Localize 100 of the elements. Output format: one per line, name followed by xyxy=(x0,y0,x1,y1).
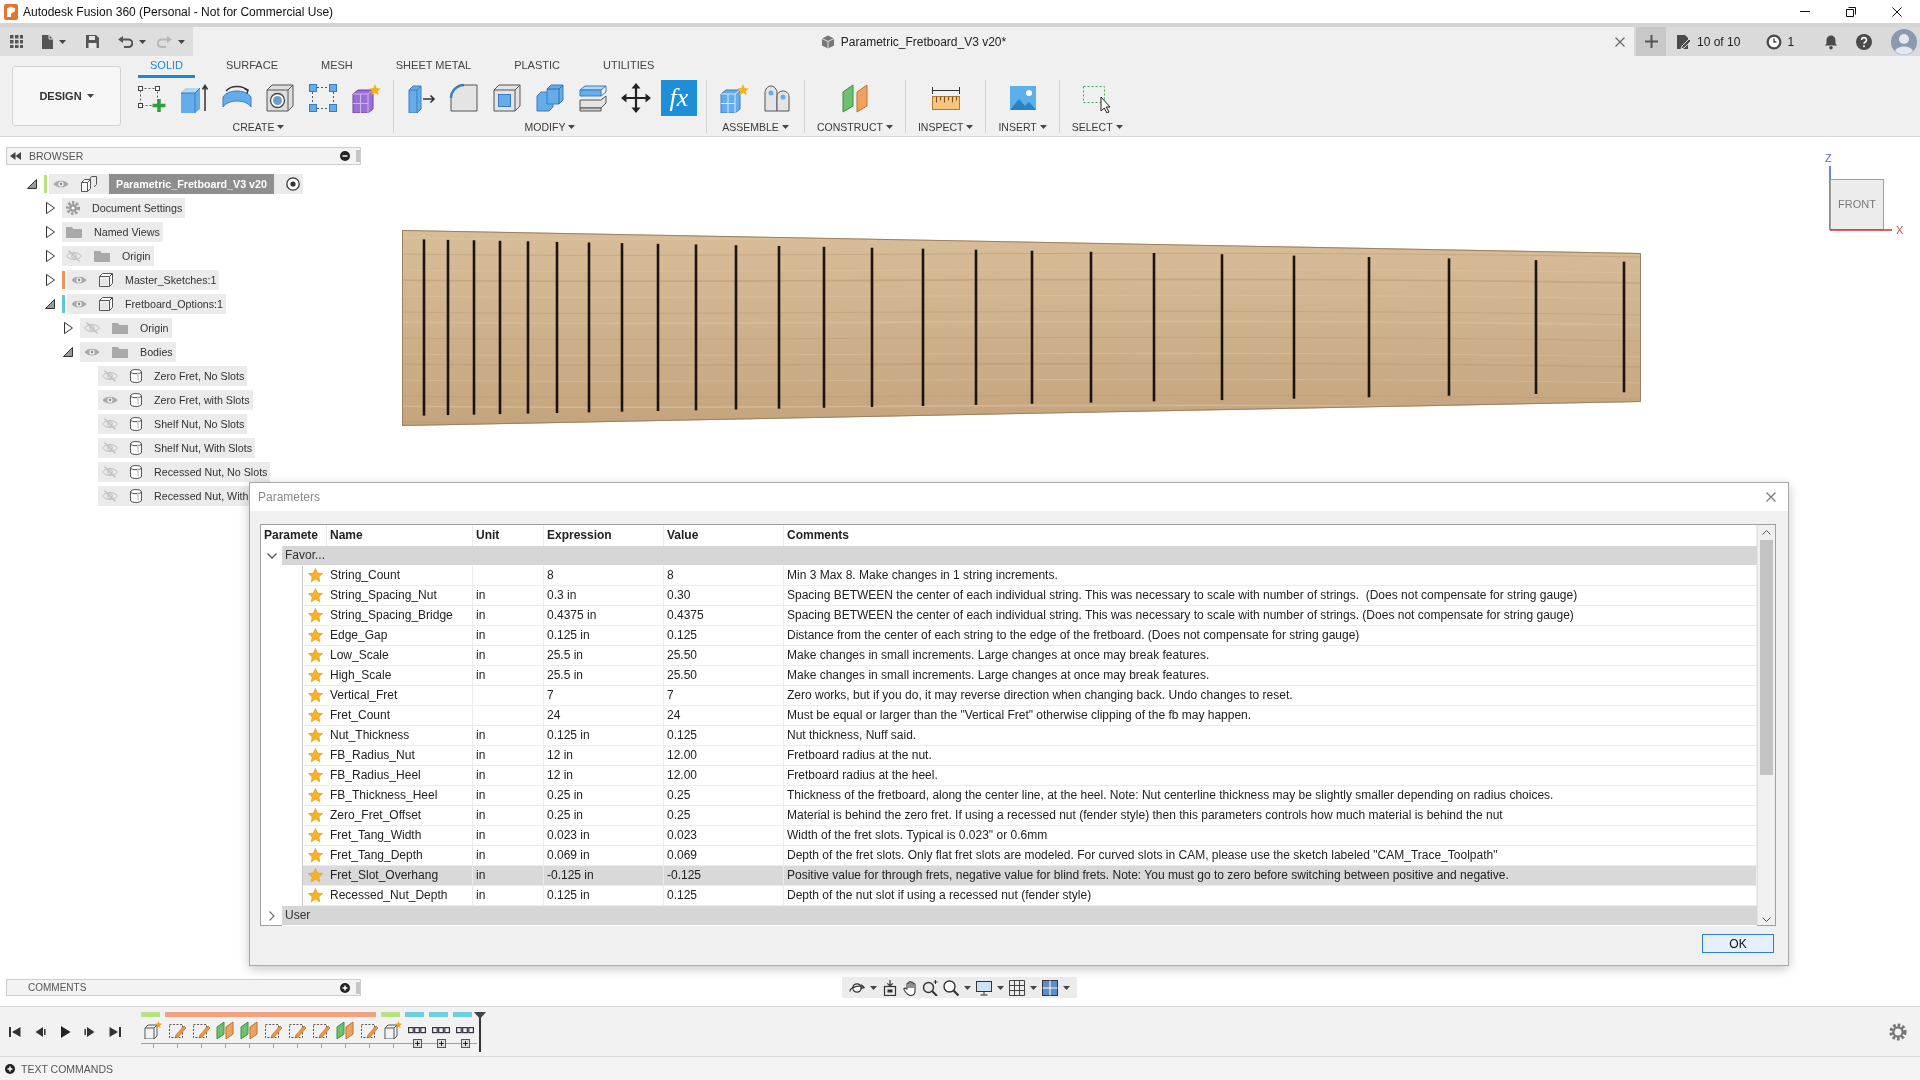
box-star-icon[interactable] xyxy=(384,1021,402,1039)
parameter-row[interactable]: FB_Thickness_Heel in 0.25 in 0.25 Thickness of the fretboard, along the center line, at the heel. Note: Nut centerline thickness may be slightly smaller depending on radius choices. xyxy=(302,786,1757,806)
tree-item[interactable]: Shelf Nut, No Slots xyxy=(98,414,248,434)
plus-box-icon[interactable] xyxy=(412,1039,422,1048)
toolbar-group-menu[interactable]: INSPECT xyxy=(917,121,974,133)
collapsed-triangle-icon[interactable] xyxy=(63,322,73,334)
zoom-icon[interactable] xyxy=(922,979,938,996)
parameter-row[interactable]: Fret_Slot_Overhang in -0.125 in -0.125 Positive value for through frets, negative value for blind frets. Note: You must go to zero before switching between positive and negative. xyxy=(302,866,1757,886)
apps-grid-icon[interactable] xyxy=(10,35,23,48)
parameter-row[interactable]: Fret_Count 24 24 Must be equal or larger than the "Vertical Fret" otherwise clipping of the fb may happen. xyxy=(302,706,1757,726)
cube-star-icon[interactable] xyxy=(719,83,749,113)
parameter-row[interactable]: Edge_Gap in 0.125 in 0.125 Distance from the center of each string to the edge of the fretboard. (Does not compensate for string gauge) xyxy=(302,626,1757,646)
caret-icon[interactable] xyxy=(781,125,789,129)
toolbar-tab[interactable]: MESH xyxy=(309,56,365,78)
play-icon[interactable] xyxy=(59,1025,71,1038)
chevron-down-icon[interactable] xyxy=(266,553,277,559)
tree-item[interactable]: Named Views xyxy=(62,222,163,242)
tree-item[interactable]: Fretboard_Options:1 xyxy=(67,294,227,314)
star-icon[interactable] xyxy=(307,648,323,663)
parameter-row[interactable]: FB_Radius_Heel in 12 in 12.00 Fretboard radius at the heel. xyxy=(302,766,1757,786)
eye-icon[interactable] xyxy=(53,179,69,189)
star-icon[interactable] xyxy=(307,668,323,683)
caret-icon[interactable] xyxy=(86,94,94,98)
star-icon[interactable] xyxy=(307,688,323,703)
settings-icon[interactable] xyxy=(1889,1022,1907,1041)
column-header[interactable]: Expression xyxy=(547,528,612,542)
picture-icon[interactable] xyxy=(1007,83,1038,113)
playhead-marker[interactable] xyxy=(474,1012,486,1052)
star-icon[interactable] xyxy=(307,828,323,843)
plus-box-icon[interactable] xyxy=(436,1039,446,1048)
parameter-row[interactable]: High_Scale in 25.5 in 25.50 Make changes in small increments. Large changes at once may break features. xyxy=(302,666,1757,686)
planes-icon[interactable] xyxy=(336,1021,354,1039)
caret-icon[interactable] xyxy=(178,39,185,44)
tree-item[interactable]: Origin xyxy=(62,246,154,266)
expanded-triangle-icon[interactable] xyxy=(27,179,37,189)
close-icon[interactable] xyxy=(1892,6,1902,17)
collapsed-triangle-icon[interactable] xyxy=(45,202,55,214)
grip-icon[interactable] xyxy=(356,981,360,994)
tree-item[interactable]: Origin xyxy=(80,318,172,338)
toolbar-group-menu[interactable]: CONSTRUCT xyxy=(817,121,893,133)
toolbar-group-menu[interactable]: INSERT xyxy=(998,121,1047,133)
star-icon[interactable] xyxy=(307,868,323,883)
parameter-row[interactable]: Vertical_Fret 7 7 Zero works, but if you do, it may reverse direction when changing back. Undo changes to reset. xyxy=(302,686,1757,706)
tree-item[interactable]: Document Settings xyxy=(62,198,186,218)
scroll-up-icon[interactable] xyxy=(1762,530,1771,535)
caret-icon[interactable] xyxy=(1063,985,1070,990)
planes-icon[interactable] xyxy=(240,1021,258,1039)
hand-icon[interactable] xyxy=(903,979,917,996)
magnifier-icon[interactable] xyxy=(943,979,959,996)
parameter-row[interactable]: String_Spacing_Nut in 0.3 in 0.30 Spacing BETWEEN the center of each individual string. This was necessary to scale with number of strings. (Does not compensate for string gauge) xyxy=(302,586,1757,606)
toolbar-group-menu[interactable]: CREATE xyxy=(232,121,285,133)
sketch-pencil-icon[interactable] xyxy=(168,1021,186,1039)
caret-icon[interactable] xyxy=(277,125,285,129)
document-tab[interactable]: Parametric_Fretboard_V3 v20* xyxy=(193,27,1634,56)
caret-icon[interactable] xyxy=(997,985,1004,990)
caret-icon[interactable] xyxy=(59,39,66,44)
hinge-icon[interactable] xyxy=(762,83,792,113)
parameter-group-row[interactable]: User xyxy=(282,906,1757,926)
column-header[interactable]: Name xyxy=(330,528,363,542)
star-icon[interactable] xyxy=(307,708,323,723)
box-arrow-up-icon[interactable] xyxy=(179,83,209,113)
caret-icon[interactable] xyxy=(139,39,146,44)
toolbar-tab[interactable]: SHEET METAL xyxy=(383,56,484,78)
toolbar-tab[interactable]: UTILITIES xyxy=(591,56,667,78)
caret-icon[interactable] xyxy=(870,985,877,990)
sketch-pencil-icon[interactable] xyxy=(264,1021,282,1039)
sketch-pencil-icon[interactable] xyxy=(312,1021,330,1039)
tree-item[interactable]: Zero Fret, with Slots xyxy=(98,390,253,410)
square-pattern-icon[interactable] xyxy=(308,83,338,113)
step-back-icon[interactable] xyxy=(34,1025,46,1038)
hollow-box-icon[interactable] xyxy=(492,83,522,113)
eye-icon[interactable] xyxy=(71,299,87,309)
tree-item[interactable]: Bodies xyxy=(80,342,176,362)
overlapping-boxes-icon[interactable] xyxy=(535,83,565,113)
star-icon[interactable] xyxy=(307,628,323,643)
parameter-row[interactable]: FB_Radius_Nut in 12 in 12.00 Fretboard radius at the nut. xyxy=(302,746,1757,766)
plus-circle-icon[interactable] xyxy=(5,1063,15,1074)
tree-item[interactable]: Recessed Nut, No Slots xyxy=(98,462,271,482)
caret-icon[interactable] xyxy=(568,125,576,129)
target-icon[interactable] xyxy=(285,177,300,191)
collapsed-triangle-icon[interactable] xyxy=(45,250,55,262)
box-star-icon[interactable] xyxy=(144,1021,162,1039)
file-icon[interactable] xyxy=(42,34,53,49)
parameter-row[interactable]: String_Spacing_Bridge in 0.4375 in 0.4375 Spacing BETWEEN the center of each individual string. This was necessary to scale with number of strings. (Does not compensate for string gauge) xyxy=(302,606,1757,626)
tree-item[interactable]: Shelf Nut, With Slots xyxy=(98,438,255,458)
parameter-row[interactable]: Low_Scale in 25.5 in 25.50 Make changes in small increments. Large changes at once may break features. xyxy=(302,646,1757,666)
four-way-arrow-icon[interactable] xyxy=(621,83,651,113)
toolbar-group-menu[interactable]: MODIFY xyxy=(524,121,576,133)
toolbar-tab[interactable]: PLASTIC xyxy=(502,56,572,78)
column-header[interactable]: Comments xyxy=(787,528,849,542)
caret-icon[interactable] xyxy=(1030,985,1037,990)
parameter-row[interactable]: Fret_Tang_Width in 0.023 in 0.023 Width of the fret slots. Typical is 0.023" or 0.6mm xyxy=(302,826,1757,846)
sketch-pencil-icon[interactable] xyxy=(192,1021,210,1039)
double-left-arrow-icon[interactable] xyxy=(10,152,21,160)
rounded-block-icon[interactable] xyxy=(449,83,479,113)
column-header[interactable]: Paramete xyxy=(264,528,319,542)
expanded-triangle-icon[interactable] xyxy=(45,299,55,309)
workspace-menu[interactable]: DESIGN xyxy=(12,66,121,126)
step-forward-icon[interactable] xyxy=(84,1025,96,1038)
help-icon[interactable] xyxy=(1856,33,1873,50)
